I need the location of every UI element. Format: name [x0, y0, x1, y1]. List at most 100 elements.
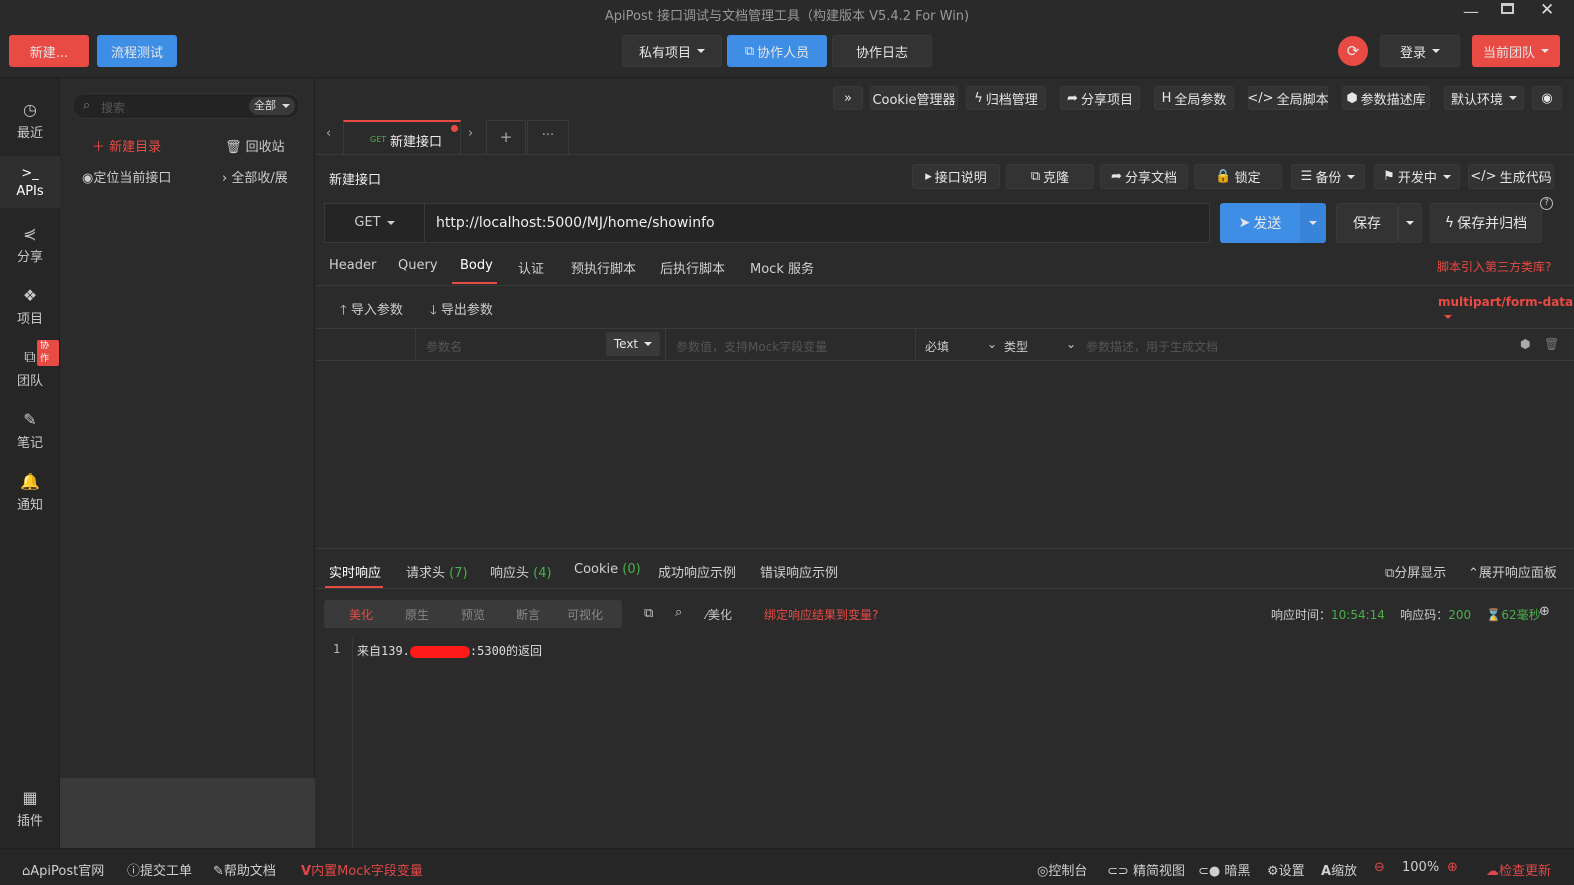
- nav-apis[interactable]: >_ APIs: [0, 156, 60, 208]
- help-icon[interactable]: ?: [1540, 197, 1553, 210]
- expand-panel-button[interactable]: ⌃展开响应面板: [1468, 562, 1557, 581]
- lock-button[interactable]: 🔒 锁定: [1194, 164, 1282, 189]
- import-params-button[interactable]: 🡑 导入参数: [340, 299, 403, 323]
- recycle-button[interactable]: 🗑 回收站: [225, 136, 285, 155]
- view-beautify[interactable]: 美化: [349, 606, 373, 623]
- collaborators-button[interactable]: ⧉ 协作人员: [727, 35, 827, 67]
- save-options-button[interactable]: [1398, 203, 1422, 243]
- close-icon[interactable]: ✕: [1540, 0, 1554, 20]
- collab-log-button[interactable]: 协作日志: [832, 35, 932, 67]
- tab-prev-icon[interactable]: ‹: [326, 126, 331, 141]
- save-button[interactable]: 保存: [1336, 203, 1398, 243]
- help-link[interactable]: ✎帮助文档: [213, 860, 276, 879]
- search-box[interactable]: ⌕ 搜索 全部: [72, 93, 300, 119]
- console-button[interactable]: ◎控制台: [1037, 860, 1087, 879]
- save-archive-button[interactable]: ϟ 保存并归档: [1430, 203, 1542, 243]
- archive-button[interactable]: ϟ 归档管理: [966, 86, 1046, 110]
- view-assert[interactable]: 断言: [516, 606, 540, 623]
- copy-icon[interactable]: ⧉: [644, 606, 653, 621]
- sync-button[interactable]: ⟳: [1338, 36, 1368, 66]
- param-type-dropdown[interactable]: Text: [606, 332, 660, 356]
- resp-tab-realtime[interactable]: 实时响应: [329, 562, 381, 581]
- nav-plugins[interactable]: ▦ 插件: [0, 782, 60, 834]
- gen-code-button[interactable]: </> 生成代码: [1468, 164, 1554, 189]
- site-link[interactable]: ⌂ApiPost官网: [22, 860, 104, 879]
- global-params-button[interactable]: H 全局参数: [1154, 86, 1234, 110]
- cube-icon[interactable]: ⬢: [1520, 337, 1530, 351]
- tab-more-button[interactable]: ···: [527, 120, 569, 154]
- clone-button[interactable]: ⧉ 克隆: [1006, 164, 1094, 189]
- nav-notify[interactable]: 🔔 通知: [0, 466, 60, 518]
- resp-tab-success-example[interactable]: 成功响应示例: [658, 562, 736, 581]
- cookie-manager-button[interactable]: Cookie管理器: [870, 86, 958, 110]
- dev-status-dropdown[interactable]: ⚑ 开发中: [1374, 164, 1460, 189]
- search-icon[interactable]: ⌕: [675, 605, 682, 620]
- view-visualize[interactable]: 可视化: [567, 606, 603, 623]
- current-team-dropdown[interactable]: 当前团队: [1472, 35, 1560, 67]
- search-input[interactable]: 搜索: [101, 99, 125, 116]
- nav-share[interactable]: ⋞ 分享: [0, 218, 60, 270]
- view-raw[interactable]: 原生: [405, 606, 429, 623]
- download-icon[interactable]: ⊕: [1539, 604, 1550, 619]
- split-view-button[interactable]: ⧉分屏显示: [1385, 562, 1446, 581]
- beautify-button[interactable]: ⁄美化: [706, 606, 732, 623]
- maximize-icon[interactable]: [1501, 3, 1514, 14]
- zoom-in-icon[interactable]: ⊕: [1447, 860, 1458, 875]
- subtab-body[interactable]: Body: [460, 258, 493, 273]
- subtab-auth[interactable]: 认证: [518, 258, 544, 277]
- ticket-link[interactable]: ⓘ提交工单: [127, 860, 192, 879]
- add-tab-button[interactable]: +: [486, 120, 526, 154]
- subtab-mock[interactable]: Mock 服务: [750, 258, 814, 277]
- third-party-link[interactable]: 脚本引入第三方类库?: [1437, 258, 1551, 275]
- new-button[interactable]: 新建...: [9, 35, 89, 67]
- nav-notes[interactable]: ✎ 笔记: [0, 404, 60, 456]
- share-project-button[interactable]: ➦ 分享项目: [1060, 86, 1140, 110]
- env-view-button[interactable]: ◉: [1532, 86, 1562, 110]
- more-tools-button[interactable]: »: [833, 86, 863, 110]
- mock-link[interactable]: V内置Mock字段变量: [301, 860, 423, 879]
- filter-dropdown[interactable]: 全部: [249, 97, 295, 115]
- param-required-select[interactable]: 必填 ⌄: [925, 337, 1000, 355]
- send-button[interactable]: ➤ 发送: [1220, 203, 1300, 243]
- export-params-button[interactable]: 🡓 导出参数: [430, 299, 493, 323]
- param-kind-select[interactable]: 类型 ⌄: [1004, 337, 1079, 355]
- param-desc-button[interactable]: ⬢ 参数描述库: [1342, 86, 1430, 110]
- param-value-input[interactable]: 参数值，支持Mock字段变量: [676, 338, 827, 355]
- subtab-prescript[interactable]: 预执行脚本: [571, 258, 636, 277]
- settings-button[interactable]: ⚙设置: [1267, 860, 1305, 879]
- flow-test-button[interactable]: 流程测试: [97, 35, 177, 67]
- new-dir-button[interactable]: ＋ 新建目录: [92, 136, 161, 155]
- subtab-header[interactable]: Header: [329, 258, 376, 273]
- private-project-dropdown[interactable]: 私有项目: [622, 35, 722, 67]
- resp-tab-req-headers[interactable]: 请求头 (7): [406, 562, 468, 581]
- api-doc-button[interactable]: ▸ 接口说明: [912, 164, 1000, 189]
- minimize-icon[interactable]: —: [1463, 2, 1479, 21]
- nav-recent[interactable]: ◷ 最近: [0, 94, 60, 146]
- send-options-button[interactable]: [1300, 203, 1326, 243]
- global-script-button[interactable]: </> 全局脚本: [1247, 86, 1329, 110]
- collapse-button[interactable]: › 全部收/展: [222, 167, 288, 186]
- tab-next-icon[interactable]: ›: [468, 126, 473, 141]
- subtab-postscript[interactable]: 后执行脚本: [660, 258, 725, 277]
- check-update-button[interactable]: ☁检查更新: [1486, 860, 1551, 879]
- bind-variable-link[interactable]: 绑定响应结果到变量?: [764, 606, 878, 623]
- param-name-input[interactable]: 参数名: [426, 338, 462, 355]
- dark-mode-toggle[interactable]: ⊂● 暗黑: [1198, 860, 1250, 879]
- trash-icon[interactable]: 🗑: [1544, 337, 1559, 351]
- share-doc-button[interactable]: ➦ 分享文档: [1100, 164, 1188, 189]
- resp-tab-resp-headers[interactable]: 响应头 (4): [490, 562, 552, 581]
- zoom-out-icon[interactable]: ⊖: [1374, 860, 1385, 875]
- login-dropdown[interactable]: 登录: [1380, 35, 1460, 67]
- body-type-dropdown[interactable]: multipart/form-data: [1438, 295, 1574, 323]
- backup-dropdown[interactable]: ☰ 备份: [1291, 164, 1365, 189]
- url-input[interactable]: http://localhost:5000/MJ/home/showinfo: [436, 215, 715, 231]
- tab-active[interactable]: GET 新建接口: [343, 120, 461, 154]
- nav-project[interactable]: ❖ 项目: [0, 280, 60, 332]
- locate-button[interactable]: ◉定位当前接口: [82, 167, 171, 186]
- method-dropdown[interactable]: GET: [325, 204, 425, 242]
- environment-dropdown[interactable]: 默认环境: [1444, 86, 1524, 110]
- param-desc-input[interactable]: 参数描述，用于生成文档: [1086, 338, 1218, 355]
- resp-tab-cookie[interactable]: Cookie (0): [574, 562, 641, 577]
- subtab-query[interactable]: Query: [398, 258, 438, 273]
- compact-view-toggle[interactable]: ⊂⊃ 精简视图: [1107, 860, 1185, 879]
